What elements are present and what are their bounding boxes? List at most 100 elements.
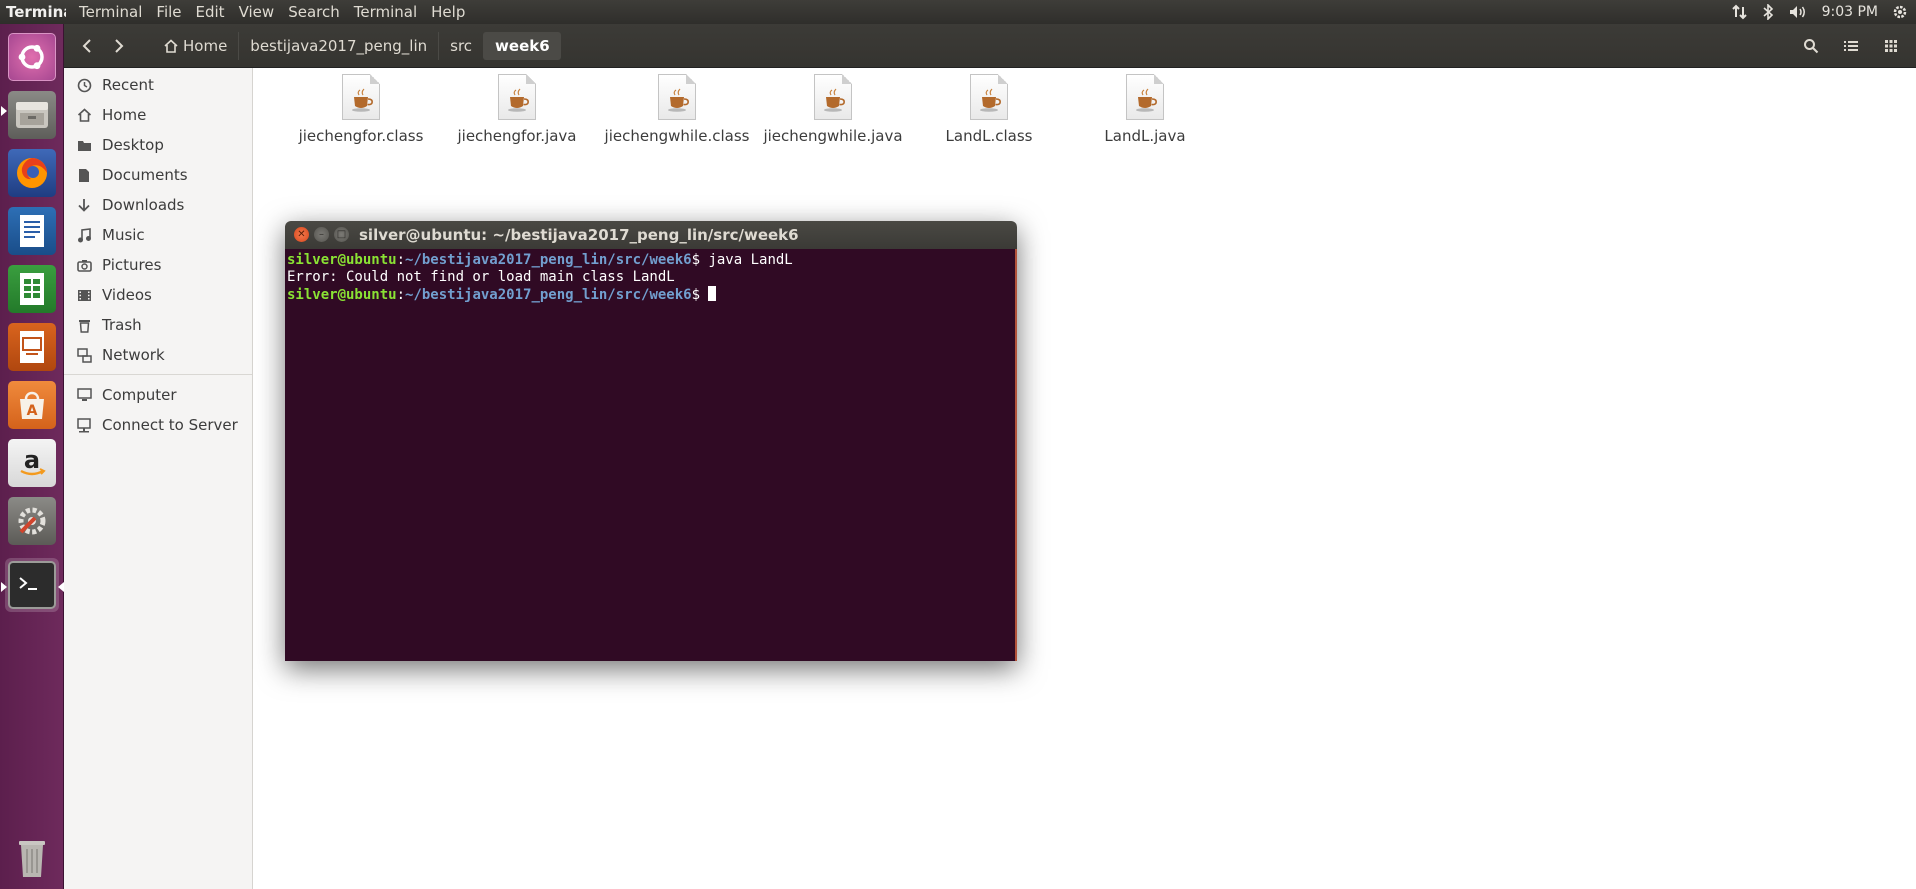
indicators: 9:03 PM <box>1731 0 1916 24</box>
crumb-project[interactable]: bestijava2017_peng_lin <box>238 32 438 60</box>
terminal-line: silver@ubuntu:~/bestijava2017_peng_lin/s… <box>287 286 1013 304</box>
sidebar-item-network[interactable]: Network <box>64 341 252 369</box>
top-panel: Terminal Terminal File Edit View Search … <box>0 0 1916 24</box>
home-icon <box>76 107 92 123</box>
close-button[interactable]: ✕ <box>294 227 309 242</box>
menu-button[interactable] <box>1874 32 1908 60</box>
svg-text:a: a <box>24 446 40 474</box>
svg-text:A: A <box>27 403 38 419</box>
sidebar-item-desktop[interactable]: Desktop <box>64 131 252 159</box>
ubuntu-dash-icon[interactable] <box>5 30 59 84</box>
volume-icon[interactable] <box>1788 4 1808 20</box>
menu-edit[interactable]: Edit <box>189 3 232 21</box>
firefox-icon[interactable] <box>5 146 59 200</box>
trash-icon <box>76 317 92 333</box>
menu-terminal-2[interactable]: Terminal <box>347 3 424 21</box>
minimize-button[interactable]: – <box>314 227 329 242</box>
settings-gear-icon[interactable] <box>1892 4 1908 20</box>
maximize-button[interactable]: □ <box>334 227 349 242</box>
libreoffice-calc-icon[interactable] <box>5 262 59 316</box>
trash-icon[interactable] <box>5 830 59 884</box>
close-icon: ✕ <box>297 228 306 240</box>
files-icon[interactable] <box>5 88 59 142</box>
file-manager-header: Home bestijava2017_peng_lin src week6 <box>64 24 1916 68</box>
maximize-icon: □ <box>336 228 347 240</box>
active-app-name: Terminal <box>6 3 66 21</box>
forward-button[interactable] <box>104 32 134 60</box>
header-actions <box>1794 32 1908 60</box>
list-view-icon <box>1844 41 1858 51</box>
music-note-icon <box>76 227 92 243</box>
libreoffice-writer-icon[interactable] <box>5 204 59 258</box>
sidebar-item-home[interactable]: Home <box>64 101 252 129</box>
sidebar-item-pictures[interactable]: Pictures <box>64 251 252 279</box>
clock-icon <box>76 77 92 93</box>
download-arrow-icon <box>76 197 92 213</box>
sidebar-item-videos[interactable]: Videos <box>64 281 252 309</box>
terminal-icon[interactable] <box>5 558 59 612</box>
file-item[interactable]: jiechengwhile.class <box>597 74 757 145</box>
chevron-right-icon <box>115 39 124 53</box>
menu-help[interactable]: Help <box>424 3 472 21</box>
java-file-icon <box>970 74 1008 120</box>
terminal-titlebar[interactable]: ✕ – □ silver@ubuntu: ~/bestijava2017_pen… <box>285 221 1017 249</box>
file-item[interactable]: jiechengfor.java <box>437 74 597 145</box>
menu-view[interactable]: View <box>232 3 282 21</box>
crumb-week6[interactable]: week6 <box>483 32 561 60</box>
crumb-src[interactable]: src <box>438 32 483 60</box>
java-file-icon <box>814 74 852 120</box>
minimize-icon: – <box>319 228 324 240</box>
terminal-line: Error: Could not find or load main class… <box>287 269 675 285</box>
java-file-icon <box>1126 74 1164 120</box>
menu-search[interactable]: Search <box>281 3 347 21</box>
network-icon <box>76 347 92 363</box>
search-button[interactable] <box>1794 32 1828 60</box>
sidebar-item-recent[interactable]: Recent <box>64 71 252 99</box>
java-file-icon <box>658 74 696 120</box>
sidebar-item-computer[interactable]: Computer <box>64 381 252 409</box>
sidebar-item-connect-to-server[interactable]: Connect to Server <box>64 411 252 439</box>
back-button[interactable] <box>72 32 102 60</box>
java-file-icon <box>498 74 536 120</box>
list-view-button[interactable] <box>1834 32 1868 60</box>
terminal-title: silver@ubuntu: ~/bestijava2017_peng_lin/… <box>359 226 799 244</box>
terminal-line: silver@ubuntu:~/bestijava2017_peng_lin/s… <box>287 252 793 268</box>
folder-icon <box>76 137 92 153</box>
software-center-icon[interactable]: A <box>5 378 59 432</box>
system-settings-icon[interactable] <box>5 494 59 548</box>
chevron-left-icon <box>82 39 91 53</box>
menu-bar: Terminal File Edit View Search Terminal … <box>72 3 472 21</box>
camera-icon <box>76 257 92 273</box>
search-icon <box>1804 39 1819 54</box>
clock[interactable]: 9:03 PM <box>1822 4 1878 20</box>
terminal-window: ✕ – □ silver@ubuntu: ~/bestijava2017_pen… <box>285 221 1017 661</box>
file-item[interactable]: LandL.java <box>1065 74 1225 145</box>
libreoffice-impress-icon[interactable] <box>5 320 59 374</box>
menu-file[interactable]: File <box>149 3 188 21</box>
java-file-icon <box>342 74 380 120</box>
launcher: A a <box>0 24 64 889</box>
amazon-icon[interactable]: a <box>5 436 59 490</box>
home-icon <box>164 39 178 53</box>
sidebar-item-trash[interactable]: Trash <box>64 311 252 339</box>
file-item[interactable]: LandL.class <box>909 74 1069 145</box>
text-cursor <box>708 286 717 301</box>
network-arrows-icon[interactable] <box>1731 4 1748 20</box>
bluetooth-icon[interactable] <box>1762 4 1774 20</box>
terminal-body[interactable]: silver@ubuntu:~/bestijava2017_peng_lin/s… <box>285 249 1017 661</box>
sidebar-item-documents[interactable]: Documents <box>64 161 252 189</box>
file-item[interactable]: jiechengwhile.java <box>753 74 913 145</box>
grid-menu-icon <box>1885 40 1897 52</box>
sidebar-separator <box>64 374 252 375</box>
breadcrumb: Home bestijava2017_peng_lin src week6 <box>152 32 561 60</box>
server-icon <box>76 417 92 433</box>
computer-icon <box>76 387 92 403</box>
document-icon <box>76 167 92 183</box>
sidebar: Recent Home Desktop Documents Downloads … <box>64 68 253 889</box>
file-item[interactable]: jiechengfor.class <box>281 74 441 145</box>
sidebar-item-downloads[interactable]: Downloads <box>64 191 252 219</box>
menu-terminal[interactable]: Terminal <box>72 3 149 21</box>
sidebar-item-music[interactable]: Music <box>64 221 252 249</box>
crumb-home[interactable]: Home <box>152 32 238 60</box>
film-icon <box>76 287 92 303</box>
